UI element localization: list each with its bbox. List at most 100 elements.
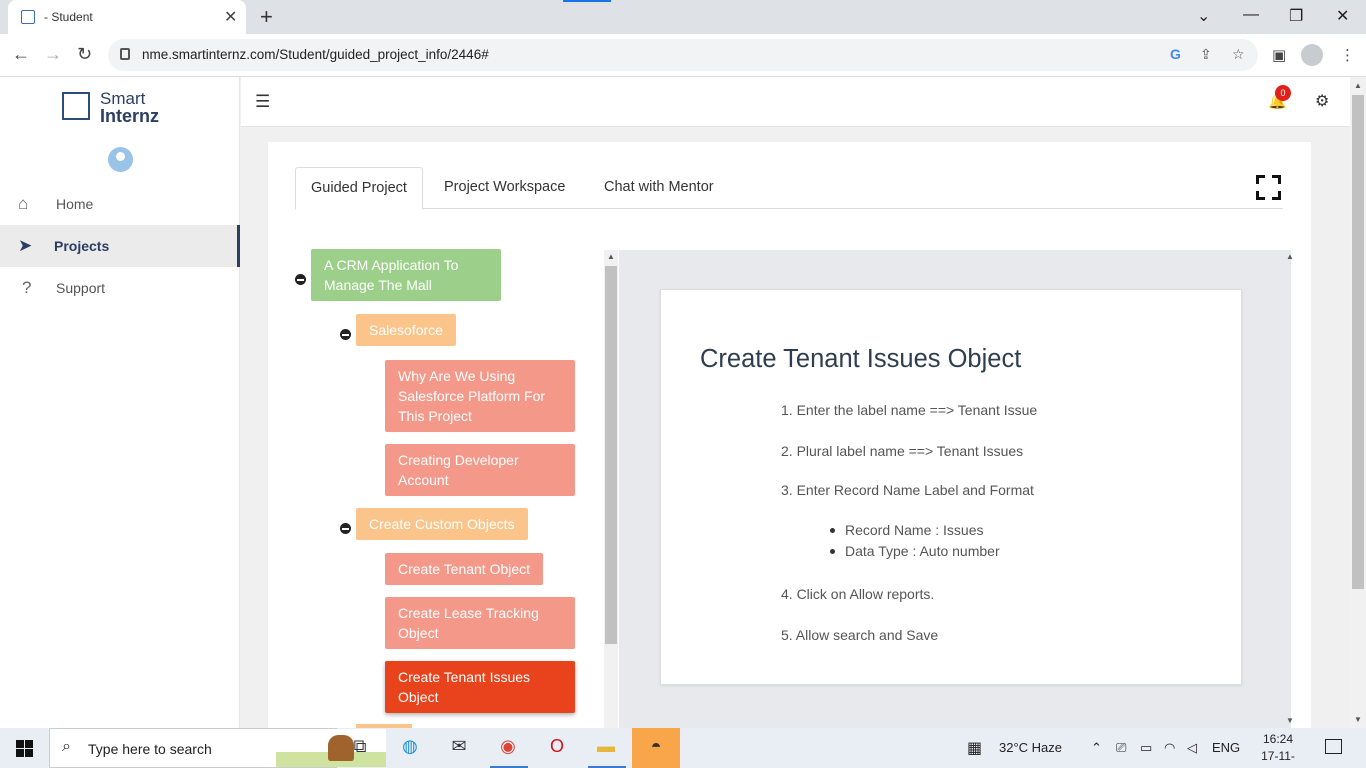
scroll-up-arrow-icon[interactable]: ▲ bbox=[1354, 81, 1362, 90]
reload-icon[interactable]: ↻ bbox=[77, 44, 92, 65]
notification-center-icon[interactable] bbox=[1325, 739, 1342, 754]
tree-node-project[interactable]: A CRM Application To Manage The Mall bbox=[311, 249, 501, 301]
weather-text[interactable]: 32°C Haze bbox=[999, 740, 1062, 755]
fullscreen-icon[interactable] bbox=[1256, 175, 1281, 200]
google-translate-icon[interactable]: G bbox=[1170, 46, 1181, 62]
browser-tab[interactable]: - Student ✕ bbox=[8, 0, 246, 34]
project-tabs: Guided Project Project Workspace Chat wi… bbox=[295, 167, 1283, 210]
tree-scrollbar[interactable]: ▲ bbox=[604, 250, 618, 728]
page-scrollbar[interactable]: ▲ ▼ bbox=[1350, 77, 1366, 728]
question-icon: ? bbox=[22, 278, 32, 297]
battery-icon[interactable]: ▭ bbox=[1140, 740, 1152, 756]
sidebar-item-home[interactable]: ⌂ Home bbox=[0, 183, 240, 225]
tree-node-lease-tracking[interactable]: Create Lease Tracking Object bbox=[385, 597, 575, 649]
taskbar-search-placeholder: Type here to search bbox=[88, 741, 212, 757]
address-bar[interactable]: nme.smartinternz.com/Student/guided_proj… bbox=[108, 39, 1258, 71]
tree-node-salesforce[interactable]: Salesoforce bbox=[356, 314, 456, 346]
tab-guided-project[interactable]: Guided Project bbox=[295, 167, 423, 210]
weather-icon[interactable]: ▦ bbox=[967, 738, 982, 758]
tree-scroll-thumb[interactable] bbox=[605, 266, 617, 644]
close-window-button[interactable]: ✕ bbox=[1336, 6, 1349, 26]
tree-node-why-salesforce[interactable]: Why Are We Using Salesforce Platform For… bbox=[385, 360, 575, 432]
tab-project-workspace[interactable]: Project Workspace bbox=[429, 167, 580, 209]
wifi-icon[interactable]: ◠ bbox=[1164, 740, 1175, 756]
mail-icon[interactable]: ✉ bbox=[446, 736, 472, 760]
instruction-bullet: Data Type : Auto number bbox=[830, 543, 1000, 559]
instruction-title: Create Tenant Issues Object bbox=[700, 345, 1022, 373]
forward-arrow-icon[interactable]: → bbox=[44, 44, 62, 65]
clock-date: 17-11-2024 bbox=[1261, 749, 1295, 768]
scroll-down-arrow-icon[interactable]: ▼ bbox=[1354, 715, 1362, 724]
language-indicator[interactable]: ENG bbox=[1212, 740, 1240, 755]
settings-gear-icon[interactable]: ⚙ bbox=[1315, 91, 1329, 111]
edge-browser-icon[interactable]: ◍ bbox=[397, 736, 423, 760]
instruction-step: 2. Plural label name ==> Tenant Issues bbox=[781, 443, 1024, 459]
tab-chat-with-mentor[interactable]: Chat with Mentor bbox=[589, 167, 729, 209]
windows-taskbar: ⌕ Type here to search ⧉ ◍ ✉ ◉ O ▬ ◓ ▦ 32… bbox=[0, 728, 1366, 768]
tree-node-tenant-issues[interactable]: Create Tenant Issues Object bbox=[385, 661, 575, 713]
restore-button[interactable]: ❐ bbox=[1289, 6, 1303, 26]
minimize-button[interactable]: — bbox=[1243, 6, 1259, 24]
tree-node-developer-account[interactable]: Creating Developer Account bbox=[385, 444, 575, 496]
instruction-bullet: Record Name : Issues bbox=[830, 522, 984, 538]
side-panel-icon[interactable]: ▣ bbox=[1272, 46, 1286, 64]
lock-icon bbox=[120, 48, 130, 60]
notification-count-badge: 0 bbox=[1275, 85, 1291, 101]
search-icon: ⌕ bbox=[62, 738, 71, 755]
share-icon[interactable]: ⇪ bbox=[1200, 46, 1212, 63]
sidebar-item-support[interactable]: ? Support bbox=[0, 267, 240, 309]
scroll-up-arrow-icon[interactable]: ▲ bbox=[607, 252, 615, 261]
sidebar-item-label: Home bbox=[56, 196, 94, 212]
logo-mark-icon bbox=[62, 92, 90, 120]
tab-close-icon[interactable]: ✕ bbox=[224, 7, 237, 27]
collapse-toggle-icon[interactable] bbox=[340, 523, 351, 534]
instruction-step: 5. Allow search and Save bbox=[781, 627, 939, 643]
instruction-card: Create Tenant Issues Object 1. Enter the… bbox=[660, 289, 1242, 685]
collapse-toggle-icon[interactable] bbox=[340, 329, 351, 340]
scroll-down-arrow-icon[interactable]: ▼ bbox=[1286, 716, 1294, 725]
browser-tab-bar: - Student ✕ + ⌄ — ❐ ✕ bbox=[0, 0, 1366, 34]
new-tab-button[interactable]: + bbox=[260, 4, 273, 30]
site-favicon-icon bbox=[21, 10, 35, 24]
photos-app-button[interactable]: ◓ bbox=[632, 728, 680, 768]
collapse-toggle-icon[interactable] bbox=[295, 274, 306, 285]
paper-plane-icon: ➤ bbox=[18, 236, 33, 255]
tree-node-custom-objects[interactable]: Create Custom Objects bbox=[356, 508, 528, 540]
file-explorer-icon[interactable]: ▬ bbox=[593, 736, 619, 760]
opera-browser-icon[interactable]: O bbox=[544, 736, 570, 760]
tab-indicator bbox=[563, 0, 611, 2]
instruction-step: 1. Enter the label name ==> Tenant Issue bbox=[781, 402, 1038, 418]
back-arrow-icon[interactable]: ← bbox=[12, 44, 30, 65]
sidebar: Smart Internz ⌂ Home ➤ Projects ? Suppor… bbox=[0, 77, 240, 728]
sidebar-item-projects[interactable]: ➤ Projects bbox=[0, 225, 240, 267]
chrome-browser-icon[interactable]: ◉ bbox=[495, 736, 521, 760]
tree-node-tenant-object[interactable]: Create Tenant Object bbox=[385, 553, 544, 585]
instruction-step: 4. Click on Allow reports. bbox=[781, 586, 935, 602]
menu-kebab-icon[interactable]: ⋮ bbox=[1340, 46, 1355, 64]
volume-icon[interactable]: ◁ bbox=[1187, 740, 1197, 756]
home-icon: ⌂ bbox=[18, 194, 29, 213]
system-clock[interactable]: 16:24 17-11-2024 bbox=[1253, 731, 1303, 768]
meet-now-icon[interactable]: ⎚ bbox=[1116, 740, 1126, 756]
top-header: ☰ 🔔 0 ⚙ bbox=[241, 77, 1350, 127]
bookmark-star-icon[interactable]: ☆ bbox=[1232, 46, 1245, 63]
tray-chevron-icon[interactable]: ⌃ bbox=[1091, 740, 1102, 756]
profile-avatar-icon[interactable] bbox=[1301, 44, 1323, 66]
page-scroll-thumb[interactable] bbox=[1352, 95, 1364, 589]
windows-start-icon[interactable] bbox=[16, 740, 33, 757]
sidebar-item-label: Projects bbox=[54, 238, 110, 254]
tab-title: - Student bbox=[44, 10, 93, 24]
tab-search-icon[interactable]: ⌄ bbox=[1197, 6, 1210, 26]
user-avatar[interactable] bbox=[108, 147, 133, 172]
browser-toolbar: ← → ↻ nme.smartinternz.com/Student/guide… bbox=[0, 34, 1366, 77]
taskbar-search[interactable]: ⌕ Type here to search bbox=[49, 728, 386, 768]
sidebar-item-label: Support bbox=[56, 280, 106, 296]
hamburger-menu-icon[interactable]: ☰ bbox=[255, 92, 270, 112]
scroll-up-arrow-icon[interactable]: ▲ bbox=[1286, 252, 1294, 261]
url-text[interactable]: nme.smartinternz.com/Student/guided_proj… bbox=[142, 47, 489, 62]
instruction-step: 3. Enter Record Name Label and Format bbox=[781, 482, 1034, 498]
logo-text-internz: Internz bbox=[100, 106, 160, 126]
clock-time: 16:24 bbox=[1262, 732, 1294, 746]
task-view-icon[interactable]: ⧉ bbox=[347, 736, 373, 760]
photos-icon: ◓ bbox=[650, 736, 662, 756]
